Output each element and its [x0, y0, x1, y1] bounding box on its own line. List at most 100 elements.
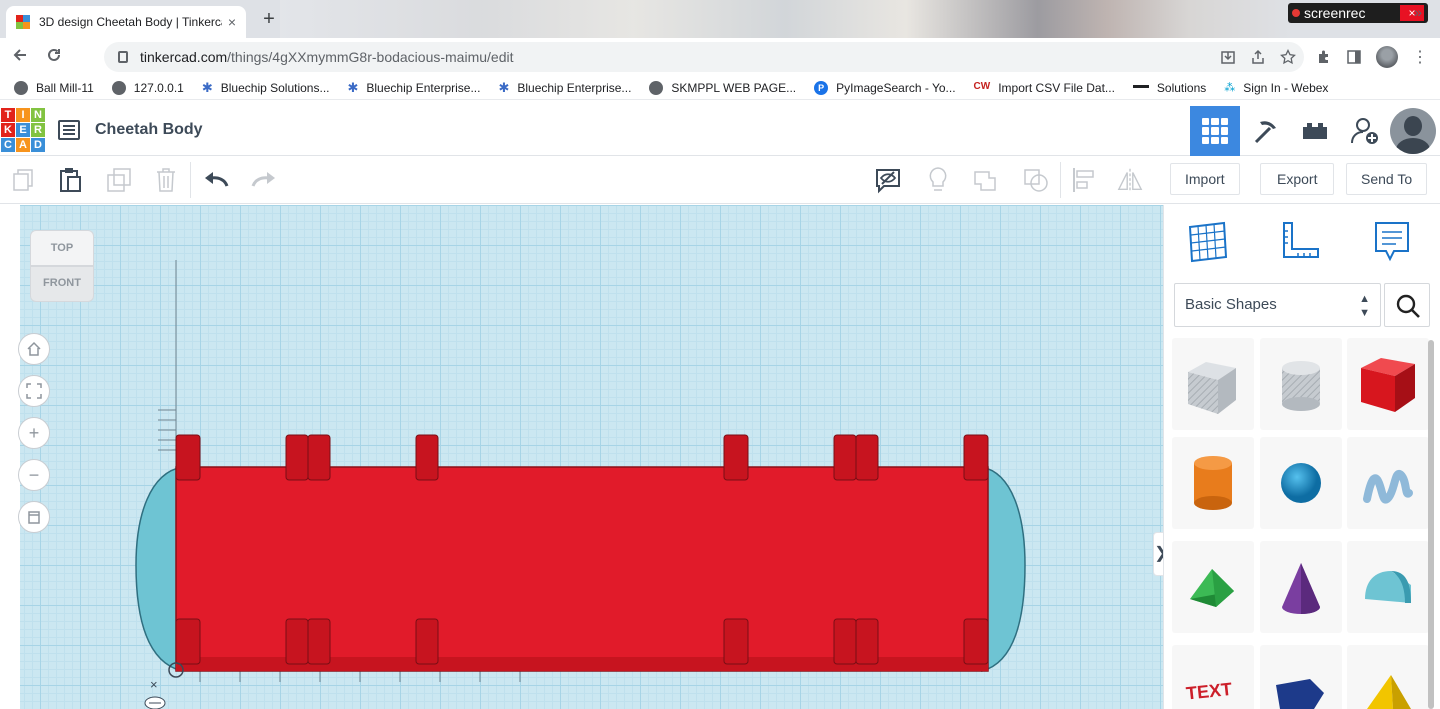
bookmark-item[interactable]: ✱ Bluechip Enterprise... [498, 80, 631, 96]
bookmark-star-icon[interactable] [1280, 49, 1296, 65]
design-model[interactable]: × [0, 205, 1163, 709]
pickaxe-icon [1254, 121, 1276, 144]
bookmark-item[interactable]: ✱ Bluechip Enterprise... [347, 80, 480, 96]
bricks-view-button[interactable] [1290, 106, 1340, 156]
import-button[interactable]: Import [1170, 163, 1240, 195]
shape-roof[interactable] [1172, 541, 1254, 633]
orthographic-icon[interactable] [18, 501, 50, 533]
tab-title: 3D design Cheetah Body | Tinkercad [39, 15, 222, 29]
tinkercad-header: TIN KER CAD Cheetah Body [0, 106, 1440, 156]
browser-tabstrip: 3D design Cheetah Body | Tinkercad × + s… [0, 0, 1440, 38]
tab-close-icon[interactable]: × [228, 14, 236, 30]
address-bar[interactable]: tinkercad.com/things/4gXXmymmG8r-bodacio… [104, 42, 1304, 72]
shape-cylinder-hole[interactable] [1260, 338, 1342, 430]
zoom-in-icon[interactable]: + [18, 417, 50, 449]
bookmark-item[interactable]: Solutions [1132, 80, 1207, 95]
bookmark-item[interactable]: ✱ Bluechip Solutions... [202, 80, 330, 96]
export-button[interactable]: Export [1260, 163, 1335, 195]
new-tab-button[interactable]: + [258, 8, 280, 30]
bookmark-item[interactable]: P PyImageSearch - Yo... [814, 80, 956, 95]
side-panel-icon[interactable] [1346, 49, 1362, 65]
shape-category-value: Basic Shapes [1185, 296, 1277, 313]
browser-menu-icon[interactable]: ⋮ [1412, 47, 1428, 67]
browser-profile-avatar[interactable] [1376, 46, 1398, 68]
select-arrows-icon: ▲ ▼ [1359, 293, 1370, 319]
mirror-icon[interactable] [1116, 166, 1144, 194]
home-view-icon[interactable] [18, 333, 50, 365]
invite-user-button[interactable] [1340, 106, 1390, 156]
browser-tab-active[interactable]: 3D design Cheetah Body | Tinkercad × [6, 6, 246, 38]
extensions-icon[interactable] [1316, 49, 1332, 65]
bookmark-item[interactable]: Ball Mill-11 [14, 80, 94, 95]
view-cube-top[interactable]: TOP [30, 230, 94, 266]
bookmark-label: Solutions [1156, 80, 1207, 95]
selection-close-icon[interactable]: × [150, 677, 158, 692]
record-dot-icon [1292, 9, 1300, 17]
invite-user-icon [1351, 118, 1378, 144]
lightbulb-icon[interactable] [924, 166, 952, 194]
shape-round-roof[interactable] [1347, 541, 1429, 633]
shape-sphere[interactable] [1260, 437, 1342, 529]
view-cube[interactable]: TOP FRONT [30, 230, 94, 304]
bookmark-label: Import CSV File Dat... [998, 80, 1115, 95]
webex-icon: ⁂ [1224, 81, 1236, 94]
shape-scribble[interactable] [1347, 437, 1429, 529]
back-icon[interactable] [6, 43, 34, 71]
notes-icon[interactable] [1370, 219, 1414, 263]
panel-scrollbar[interactable] [1428, 340, 1434, 709]
bookmarks-overflow-icon[interactable]: » [1414, 4, 1422, 20]
shape-pyramid[interactable] [1347, 645, 1429, 709]
bookmarks-bar: Ball Mill-11 127.0.0.1 ✱ Bluechip Solutions… [0, 76, 1440, 100]
codeblocks-view-button[interactable] [1240, 106, 1290, 156]
left-endcap-shape[interactable] [135, 466, 183, 672]
omnibox-actions [1220, 42, 1296, 72]
design-list-icon[interactable] [58, 120, 80, 140]
hide-annotations-icon[interactable] [874, 166, 902, 194]
zoom-out-icon[interactable]: − [18, 459, 50, 491]
tinkercad-logo[interactable]: TIN KER CAD [1, 108, 45, 154]
logo-letter: A [16, 138, 30, 152]
screenrec-widget[interactable]: screenrec × [1288, 3, 1428, 23]
workplane-icon[interactable] [1186, 219, 1230, 263]
reload-icon[interactable] [40, 43, 68, 71]
install-app-icon[interactable] [1220, 49, 1236, 65]
shape-box-hole[interactable] [1172, 338, 1254, 430]
shape-text[interactable]: TEXT [1172, 645, 1254, 709]
shape-search-button[interactable] [1384, 283, 1430, 327]
ungroup-icon[interactable] [1022, 166, 1050, 194]
shape-category-select[interactable]: Basic Shapes ▲ ▼ [1174, 283, 1381, 327]
browser-toolbar: tinkercad.com/things/4gXXmymmG8r-bodacio… [0, 38, 1440, 76]
paste-icon[interactable] [56, 166, 84, 194]
bookmark-item[interactable]: SKMPPL WEB PAGE... [649, 80, 796, 95]
redo-icon[interactable] [250, 166, 278, 194]
copy-icon[interactable] [10, 166, 38, 194]
duplicate-icon[interactable] [105, 166, 133, 194]
shape-cone[interactable] [1260, 541, 1342, 633]
notes-bubble-icon[interactable] [144, 696, 166, 709]
fit-all-icon[interactable] [18, 375, 50, 407]
undo-icon[interactable] [202, 166, 230, 194]
user-avatar-icon[interactable] [1390, 108, 1436, 154]
3d-design-view-button[interactable] [1190, 106, 1240, 156]
logo-letter: D [31, 138, 45, 152]
group-icon[interactable] [972, 166, 1000, 194]
bookmark-item[interactable]: 127.0.0.1 [111, 80, 184, 95]
bookmark-label: Sign In - Webex [1243, 80, 1329, 95]
view-cube-front[interactable]: FRONT [30, 266, 94, 302]
bookmark-item[interactable]: ⁂ Sign In - Webex [1224, 81, 1328, 95]
design-title[interactable]: Cheetah Body [95, 121, 203, 139]
bookmark-item[interactable]: CW Import CSV File Dat... [974, 81, 1115, 95]
lock-icon [118, 51, 128, 63]
shape-polygon[interactable] [1260, 645, 1342, 709]
shape-box[interactable] [1347, 338, 1429, 430]
delete-icon[interactable] [152, 166, 180, 194]
shape-cylinder[interactable] [1172, 437, 1254, 529]
align-icon[interactable] [1070, 166, 1098, 194]
blurred-tab-background [280, 0, 1290, 38]
edit-toolbar: Import Export Send To [0, 156, 1440, 204]
bookmark-label: Bluechip Enterprise... [517, 80, 632, 95]
logo-letter: R [31, 123, 45, 137]
share-icon[interactable] [1250, 49, 1266, 65]
ruler-icon[interactable] [1278, 219, 1322, 263]
send-to-button[interactable]: Send To [1346, 163, 1428, 195]
